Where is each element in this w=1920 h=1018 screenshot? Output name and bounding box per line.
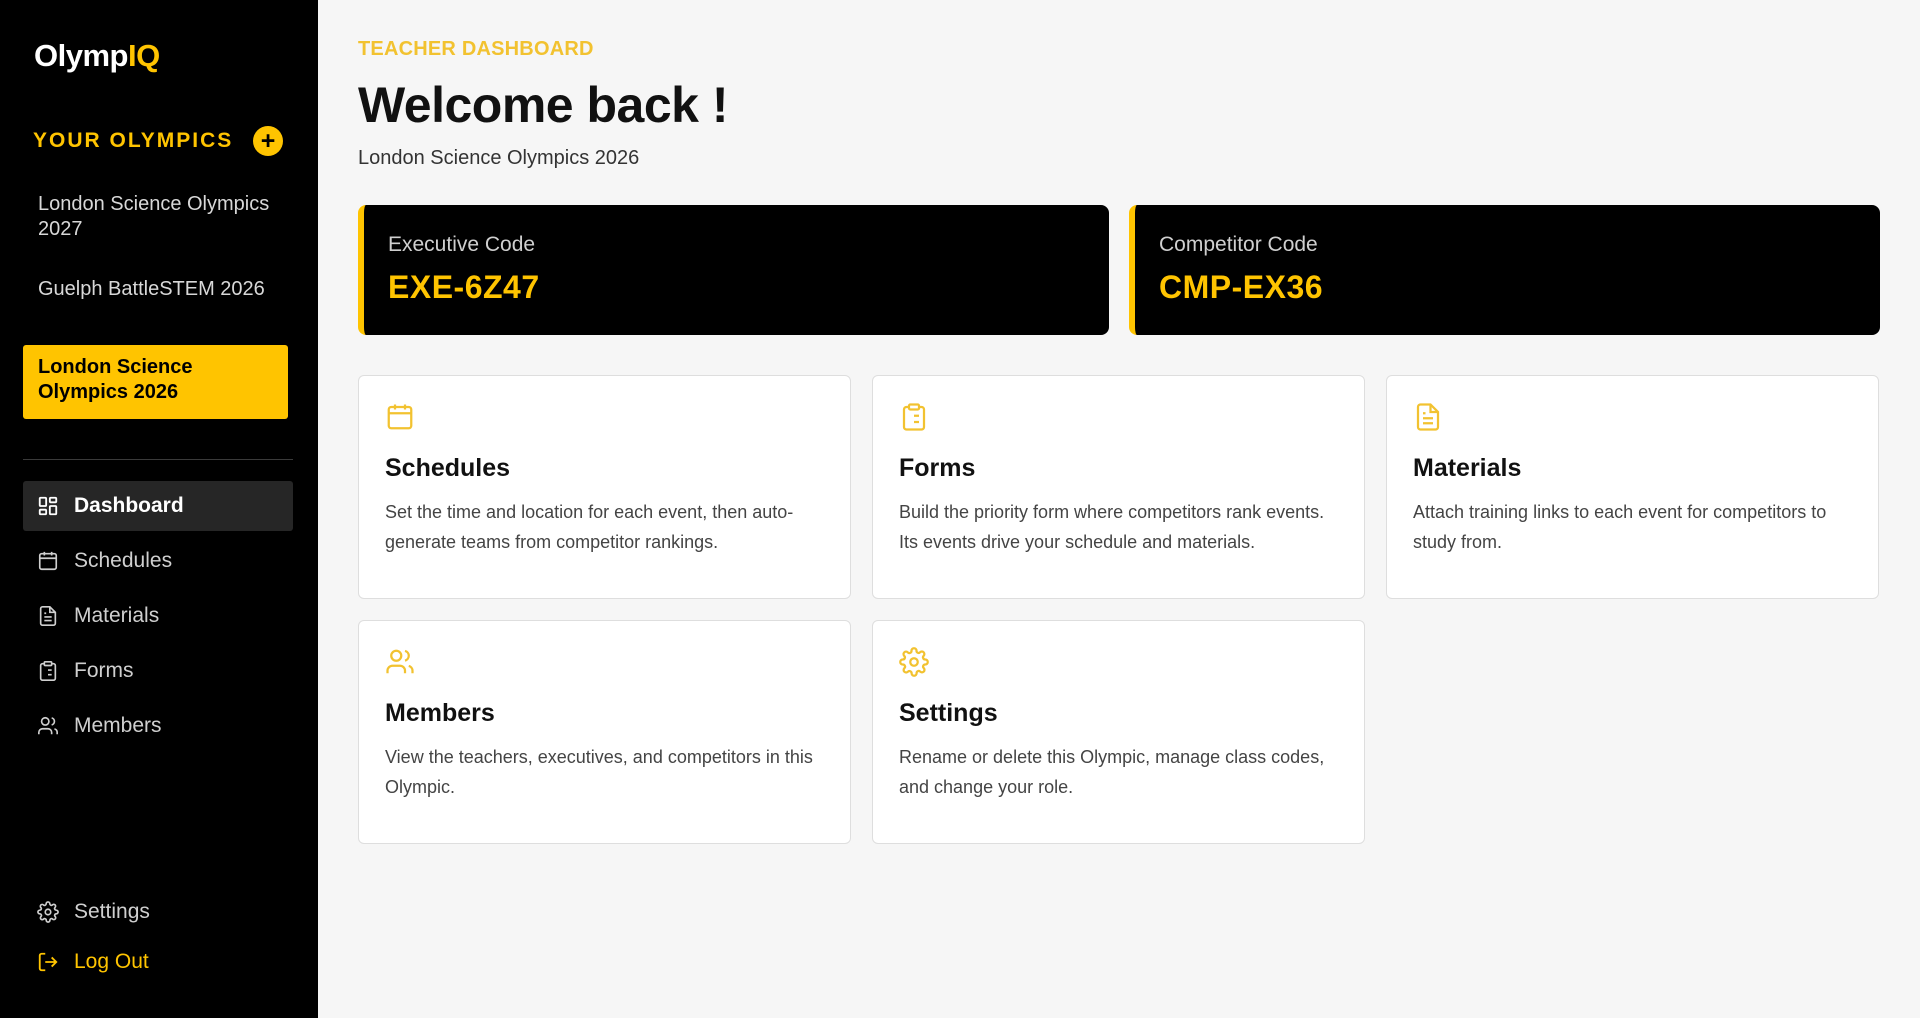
sidebar-item-schedules[interactable]: Schedules [23,536,293,586]
logo-text-iq: IQ [127,38,160,73]
tile-description: Rename or delete this Olympic, manage cl… [899,747,1325,797]
sidebar-item-label: Schedules [74,549,173,572]
executive-code-card: Executive Code EXE-6Z47 [358,205,1109,335]
users-icon [38,716,58,735]
document-icon [39,606,57,626]
gear-icon [37,901,59,923]
tile-settings[interactable]: Settings Rename or delete this Olympic, … [872,620,1365,844]
sidebar-item-label: Members [74,714,162,737]
code-label: Competitor Code [1159,233,1318,256]
logout-icon [38,952,58,972]
tile-title: Settings [899,699,998,727]
users-icon [386,649,414,674]
dashboard-icon [38,496,58,516]
olympic-item[interactable]: London Science Olympics 2027 [23,182,288,252]
calendar-icon [38,551,58,571]
olympics-section-header: YOUR OLYMPICS + [33,126,283,156]
competitor-code-card: Competitor Code CMP-EX36 [1129,205,1880,335]
tile-description: Set the time and location for each event… [385,502,794,552]
clipboard-icon [902,403,926,431]
logo-text-olymp: Olymp [34,38,128,73]
sidebar-item-forms[interactable]: Forms [23,646,293,696]
sidebar-item-dashboard[interactable]: Dashboard [23,481,293,531]
code-label: Executive Code [388,233,536,256]
olympic-item-active[interactable]: London Science Olympics 2026 [23,345,288,419]
document-icon [1416,403,1440,431]
sidebar-item-members[interactable]: Members [23,701,293,751]
sidebar-item-label: Settings [74,900,150,923]
tile-title: Forms [899,454,976,482]
logout-label: Log Out [74,950,149,973]
plus-icon: + [260,127,276,155]
page-title: Welcome back ! [358,77,729,133]
code-value: CMP-EX36 [1159,269,1324,305]
tile-description: Build the priority form where competitor… [899,502,1325,552]
tile-schedules[interactable]: Schedules Set the time and location for … [358,375,851,599]
app-logo[interactable]: OlympIQ [34,38,160,74]
clipboard-icon [39,661,57,681]
tile-description: View the teachers, executives, and compe… [385,747,813,797]
sidebar-item-label: Forms [74,659,134,682]
calendar-icon [387,404,413,430]
code-value: EXE-6Z47 [388,269,540,305]
sidebar-item-label: Dashboard [74,494,184,517]
tile-title: Members [385,699,495,727]
sidebar-divider [23,459,293,460]
olympic-item[interactable]: Guelph BattleSTEM 2026 [23,267,288,312]
sidebar-item-materials[interactable]: Materials [23,591,293,641]
tile-members[interactable]: Members View the teachers, executives, a… [358,620,851,844]
sidebar: OlympIQ YOUR OLYMPICS + London Science O… [0,0,318,1018]
tile-description: Attach training links to each event for … [1413,502,1827,552]
page-eyebrow: TEACHER DASHBOARD [358,38,594,60]
sidebar-item-label: Materials [74,604,160,627]
sidebar-item-settings[interactable]: Settings [23,887,293,937]
page-subtitle: London Science Olympics 2026 [358,147,640,169]
tile-title: Materials [1413,454,1522,482]
section-title: YOUR OLYMPICS [33,129,234,152]
tile-forms[interactable]: Forms Build the priority form where comp… [872,375,1365,599]
tile-materials[interactable]: Materials Attach training links to each … [1386,375,1879,599]
logout-button[interactable]: Log Out [23,937,293,987]
add-olympic-button[interactable]: + [253,126,283,156]
tile-title: Schedules [385,454,511,482]
gear-icon [899,647,929,677]
